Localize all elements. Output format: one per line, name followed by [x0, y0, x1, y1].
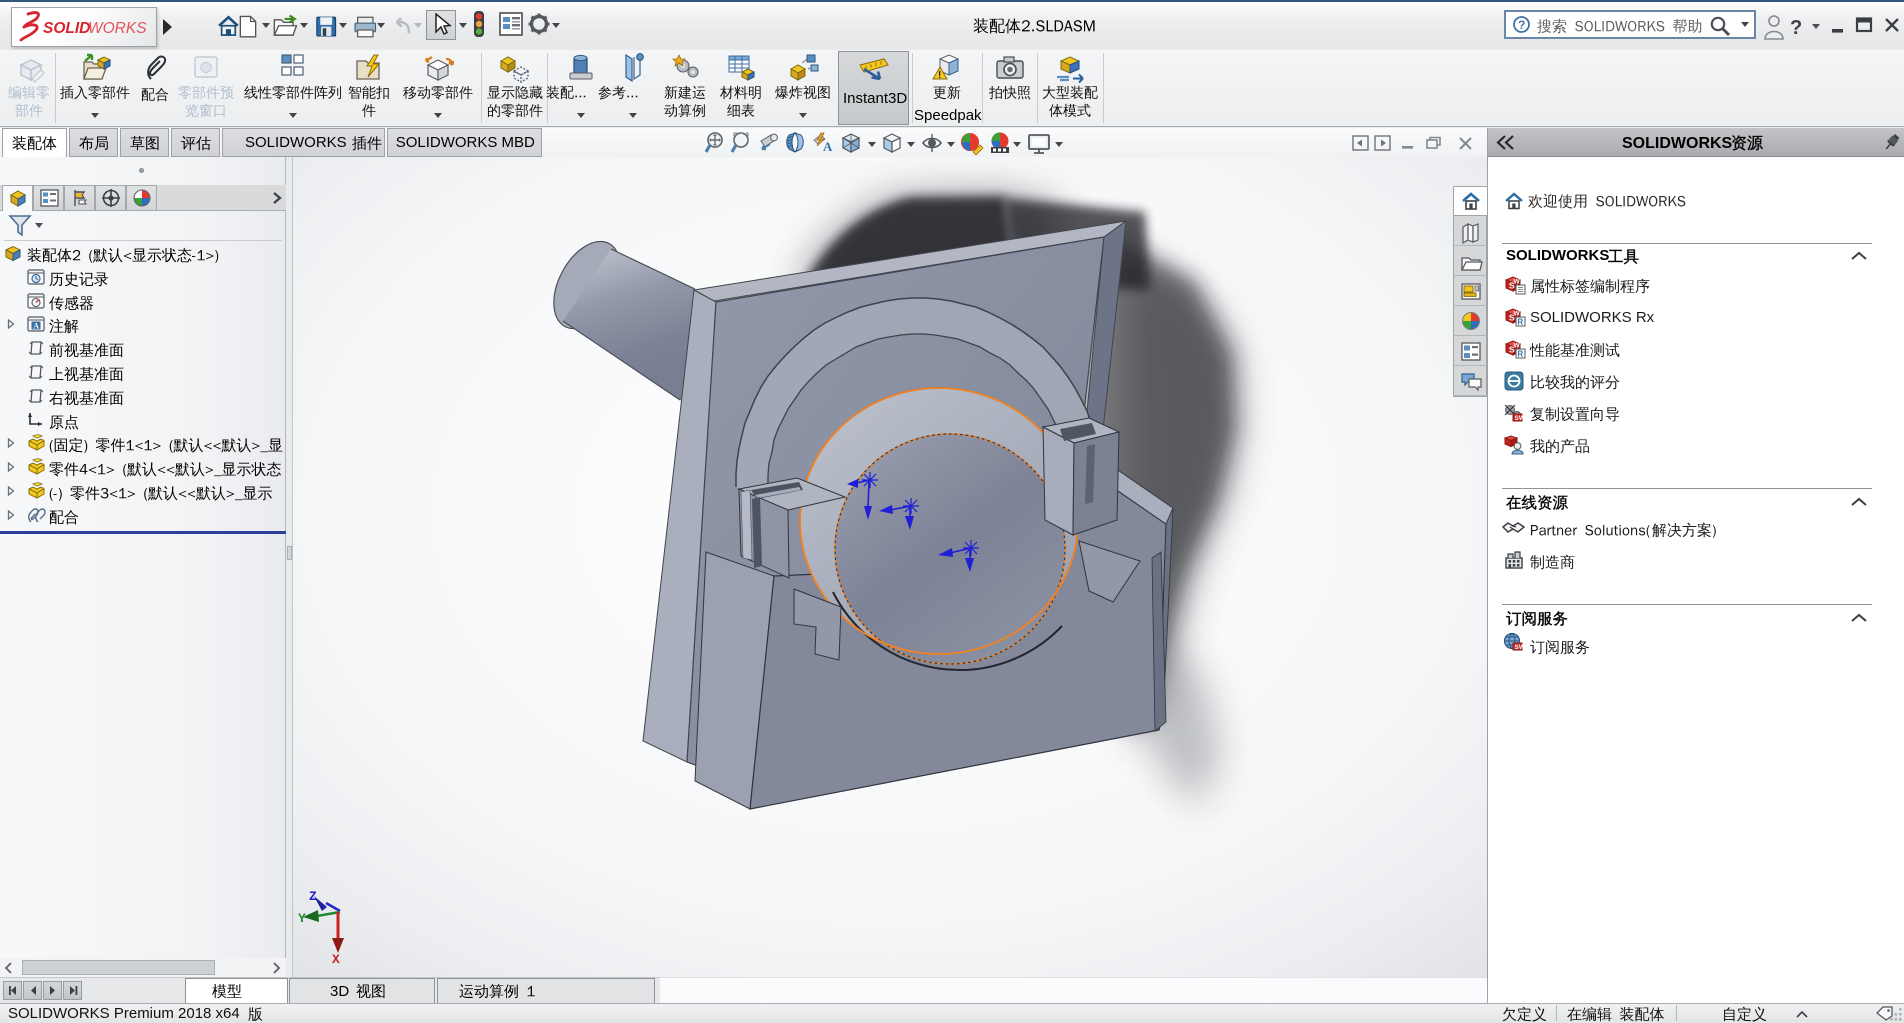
svg-text:SW: SW [1515, 415, 1526, 422]
svg-text:R: R [1517, 350, 1523, 359]
svg-text:?: ? [1518, 18, 1525, 32]
svg-text:?: ? [1790, 17, 1802, 39]
svg-text:SOLID: SOLID [43, 20, 90, 37]
svg-text:A: A [33, 322, 39, 331]
svg-text:Z: Z [309, 889, 317, 904]
svg-text:X: X [332, 952, 340, 967]
svg-text:!: ! [938, 70, 941, 81]
svg-text:R: R [1517, 318, 1523, 327]
svg-text:A: A [823, 139, 833, 154]
svg-text:WORKS: WORKS [88, 20, 147, 37]
svg-text:SW: SW [1515, 644, 1526, 651]
svg-text:Y: Y [298, 911, 306, 926]
